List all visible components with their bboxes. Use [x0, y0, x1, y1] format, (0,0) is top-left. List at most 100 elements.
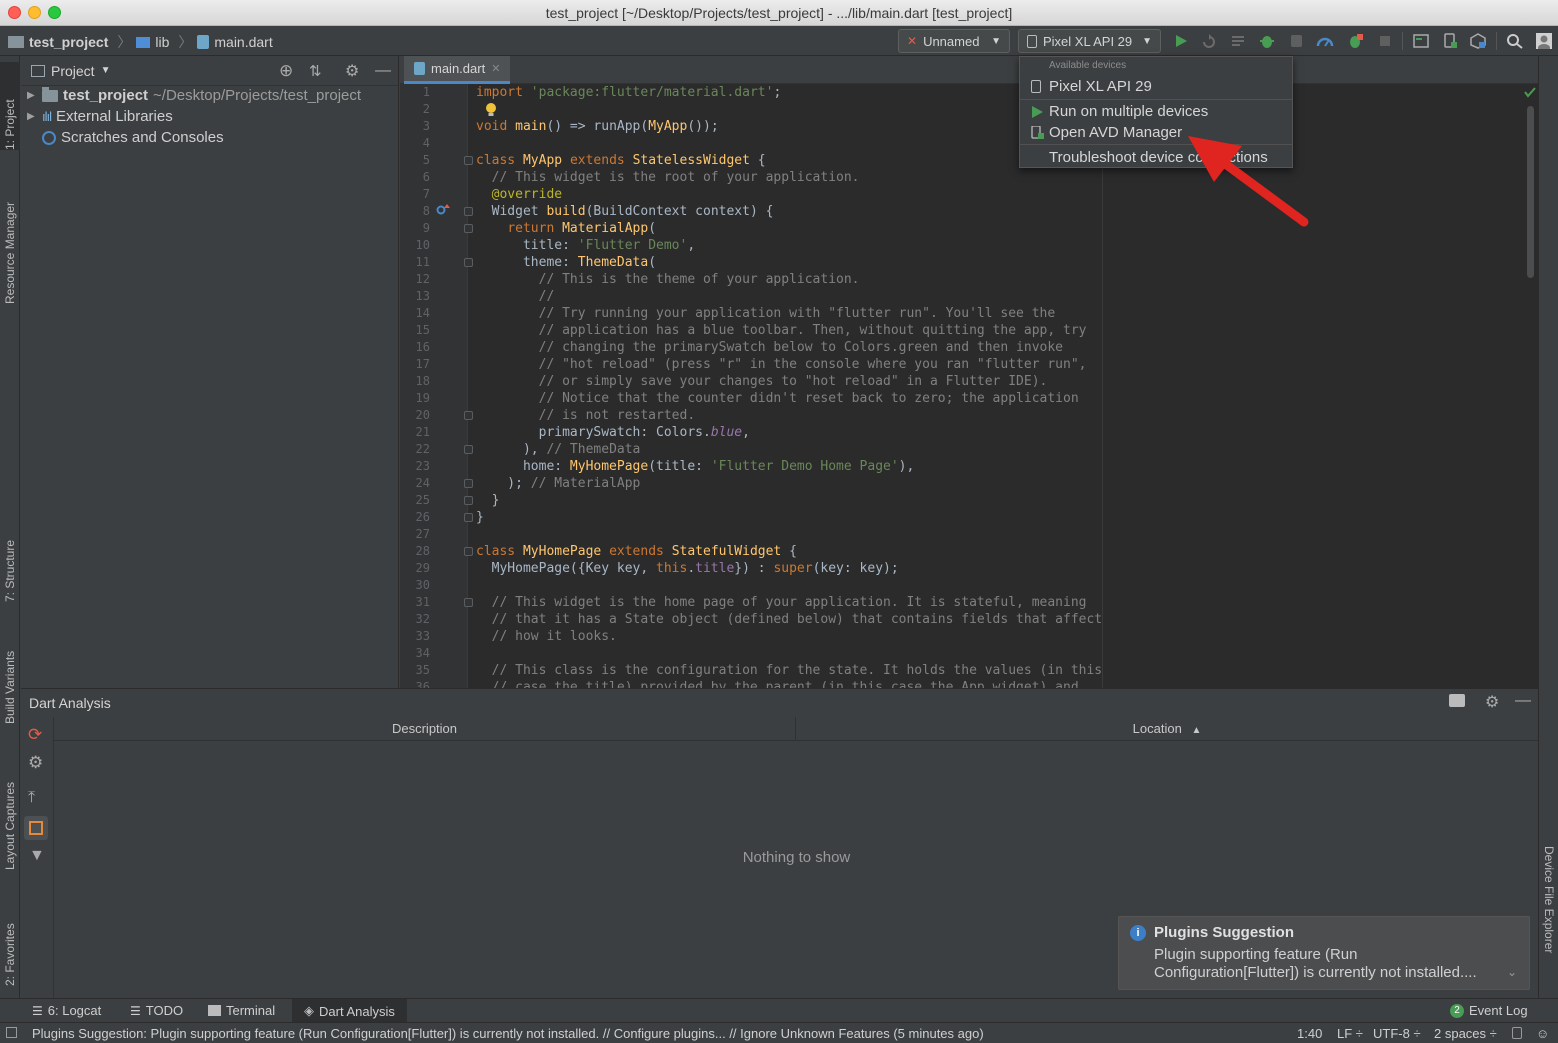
- flutter-inspector-icon[interactable]: [1412, 33, 1430, 49]
- line-number[interactable]: 26: [400, 509, 430, 526]
- status-message[interactable]: Plugins Suggestion: Plugin supporting fe…: [32, 1026, 984, 1041]
- line-number[interactable]: 27: [400, 526, 430, 543]
- line-number[interactable]: 30: [400, 577, 430, 594]
- line-number[interactable]: 18: [400, 373, 430, 390]
- tool-todo[interactable]: ☰ TODO: [130, 1003, 183, 1018]
- tree-item-external-libraries[interactable]: ▶ ılıl External Libraries: [27, 106, 173, 127]
- column-location[interactable]: Location ▲: [796, 717, 1538, 741]
- user-avatar-icon[interactable]: [1535, 33, 1553, 49]
- tab-project[interactable]: 1: Project: [0, 62, 20, 150]
- close-window-button[interactable]: [8, 6, 21, 19]
- fold-marker-icon[interactable]: [464, 156, 473, 165]
- sdk-manager-icon[interactable]: [1469, 33, 1487, 49]
- group-by-file-button[interactable]: [24, 816, 48, 840]
- inspector-icon[interactable]: ☺: [1536, 1026, 1549, 1041]
- avd-manager-icon[interactable]: [1441, 33, 1459, 49]
- apply-changes-icon[interactable]: [1230, 33, 1248, 49]
- gear-icon[interactable]: ⚙: [1485, 692, 1499, 712]
- line-number[interactable]: 13: [400, 288, 430, 305]
- inspection-ok-icon[interactable]: [1524, 86, 1536, 98]
- line-number[interactable]: 8: [400, 203, 430, 220]
- line-number[interactable]: 9: [400, 220, 430, 237]
- autoscroll-icon[interactable]: ⤒: [28, 789, 35, 807]
- line-number[interactable]: 4: [400, 135, 430, 152]
- line-number[interactable]: 35: [400, 662, 430, 679]
- chevron-down-icon[interactable]: ▼: [101, 65, 111, 76]
- tool-dart-analysis[interactable]: ◈ Dart Analysis: [292, 999, 407, 1023]
- line-number[interactable]: 3: [400, 118, 430, 135]
- comment-icon[interactable]: [1449, 694, 1465, 707]
- line-number[interactable]: 15: [400, 322, 430, 339]
- line-number[interactable]: 2: [400, 101, 430, 118]
- breadcrumb-project[interactable]: test_project: [29, 34, 108, 50]
- expand-icon[interactable]: ⌄: [1507, 965, 1517, 979]
- breadcrumb-file[interactable]: main.dart: [214, 34, 272, 50]
- line-number[interactable]: 23: [400, 458, 430, 475]
- fold-marker-icon[interactable]: [464, 598, 473, 607]
- tool-terminal[interactable]: Terminal: [208, 1003, 275, 1018]
- line-number[interactable]: 21: [400, 424, 430, 441]
- indent-setting[interactable]: 2 spaces ÷: [1434, 1026, 1497, 1041]
- lock-icon[interactable]: [1512, 1027, 1522, 1039]
- attach-debugger-icon[interactable]: [1346, 33, 1364, 49]
- tab-build-variants[interactable]: Build Variants: [0, 624, 20, 724]
- menu-item-run-multiple[interactable]: Run on multiple devices: [1020, 101, 1292, 122]
- profile-icon[interactable]: [1316, 33, 1334, 49]
- column-description[interactable]: Description: [54, 717, 796, 741]
- line-number[interactable]: 24: [400, 475, 430, 492]
- tab-resource-manager[interactable]: Resource Manager: [0, 164, 20, 304]
- close-tab-icon[interactable]: ✕: [491, 62, 500, 75]
- minimize-window-button[interactable]: [28, 6, 41, 19]
- fold-marker-icon[interactable]: [464, 445, 473, 454]
- tab-layout-captures[interactable]: Layout Captures: [0, 750, 20, 870]
- project-view-select[interactable]: Project: [51, 63, 95, 79]
- maximize-window-button[interactable]: [48, 6, 61, 19]
- gear-icon[interactable]: ⚙: [345, 61, 359, 81]
- line-number[interactable]: 36: [400, 679, 430, 688]
- device-select[interactable]: Pixel XL API 29 ▼: [1018, 29, 1161, 53]
- line-separator[interactable]: LF ÷: [1337, 1026, 1363, 1041]
- fold-marker-icon[interactable]: [464, 496, 473, 505]
- fold-marker-icon[interactable]: [464, 207, 473, 216]
- expand-arrow-icon[interactable]: ▶: [27, 111, 37, 122]
- search-icon[interactable]: [1506, 33, 1524, 49]
- stop-icon[interactable]: [1376, 33, 1394, 49]
- tool-logcat[interactable]: ☰ 6: Logcat: [32, 1003, 101, 1018]
- tab-favorites[interactable]: 2: Favorites: [0, 894, 20, 986]
- tab-structure[interactable]: 7: Structure: [0, 506, 20, 602]
- debug-icon[interactable]: [1258, 33, 1276, 49]
- line-number[interactable]: 12: [400, 271, 430, 288]
- fold-marker-icon[interactable]: [464, 258, 473, 267]
- hide-icon[interactable]: —: [375, 62, 391, 80]
- hot-reload-icon[interactable]: [1200, 33, 1218, 49]
- plugins-suggestion-notification[interactable]: i Plugins Suggestion Plugin supporting f…: [1118, 916, 1530, 990]
- line-number[interactable]: 7: [400, 186, 430, 203]
- expand-arrow-icon[interactable]: ▶: [27, 90, 37, 101]
- tree-item-scratches[interactable]: Scratches and Consoles: [27, 127, 224, 148]
- line-number[interactable]: 34: [400, 645, 430, 662]
- settings-icon[interactable]: ⚙: [28, 753, 43, 773]
- fold-marker-icon[interactable]: [464, 411, 473, 420]
- hide-icon[interactable]: —: [1515, 692, 1531, 710]
- toggle-tool-windows-icon[interactable]: [6, 1027, 17, 1038]
- breadcrumb-lib[interactable]: lib: [155, 34, 169, 50]
- line-number[interactable]: 31: [400, 594, 430, 611]
- tab-main-dart[interactable]: main.dart ✕: [404, 56, 511, 84]
- line-number[interactable]: 14: [400, 305, 430, 322]
- caret-position[interactable]: 1:40: [1297, 1026, 1322, 1041]
- tool-event-log[interactable]: 2 Event Log: [1450, 1003, 1528, 1018]
- fold-marker-icon[interactable]: [464, 513, 473, 522]
- line-number[interactable]: 10: [400, 237, 430, 254]
- file-encoding[interactable]: UTF-8 ÷: [1373, 1026, 1421, 1041]
- line-number[interactable]: 19: [400, 390, 430, 407]
- line-number[interactable]: 20: [400, 407, 430, 424]
- menu-item-pixel-xl[interactable]: Pixel XL API 29: [1020, 76, 1292, 97]
- line-number[interactable]: 5: [400, 152, 430, 169]
- filter-icon[interactable]: ▼: [29, 847, 45, 865]
- run-icon[interactable]: [1172, 33, 1190, 49]
- line-number[interactable]: 17: [400, 356, 430, 373]
- line-number[interactable]: 22: [400, 441, 430, 458]
- fold-marker-icon[interactable]: [464, 224, 473, 233]
- line-number[interactable]: 6: [400, 169, 430, 186]
- line-number[interactable]: 1: [400, 84, 430, 101]
